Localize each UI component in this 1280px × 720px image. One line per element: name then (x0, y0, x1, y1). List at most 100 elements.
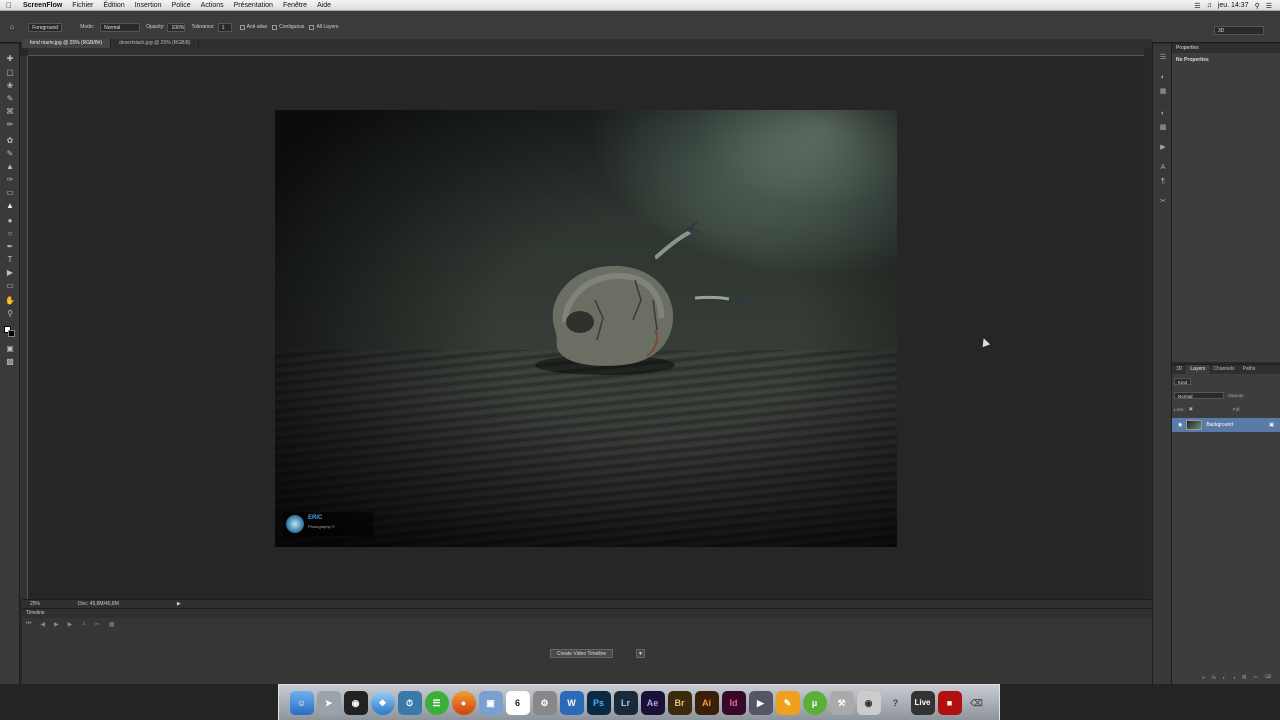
paragraph-icon[interactable]: ¶ (1158, 178, 1168, 186)
adjustments-icon[interactable]: ◐ (1158, 110, 1168, 118)
shape-tool-icon[interactable]: ▭ (4, 281, 16, 291)
tab-channels[interactable]: Channels (1209, 365, 1238, 374)
aftereffects-icon[interactable]: Ae (640, 690, 665, 715)
tab-paths[interactable]: Paths (1239, 365, 1260, 374)
bridge-icon[interactable]: Br (667, 690, 692, 715)
healing-tool-icon[interactable]: ✿ (4, 136, 16, 146)
workspace-dropdown[interactable]: 3D (1214, 26, 1264, 35)
layer-filter-kind[interactable]: Kind (1174, 377, 1192, 385)
layer-row-background[interactable]: ◉ Background ▣ (1172, 418, 1280, 432)
calendar-icon[interactable]: 6 (505, 690, 530, 715)
spotlight-icon[interactable]: ⚲ (1255, 2, 1260, 10)
opacity-input[interactable]: 100% (167, 22, 186, 32)
dodge-tool-icon[interactable]: ○ (4, 229, 16, 239)
brush-tool-icon[interactable]: ✎ (4, 149, 16, 159)
word-icon[interactable]: W (559, 690, 584, 715)
menu-edition[interactable]: Édition (98, 0, 129, 11)
split-icon[interactable]: ✂ (95, 621, 100, 633)
tab-3d[interactable]: 3D (1172, 365, 1186, 374)
lasso-tool-icon[interactable]: ❀ (4, 81, 16, 91)
preview-icon[interactable]: ▣ (478, 690, 503, 715)
menu-actions[interactable]: Actions (196, 0, 229, 11)
zoom-level[interactable]: 25% (30, 601, 40, 607)
blur-tool-icon[interactable]: ● (4, 216, 16, 226)
character-icon[interactable]: A (1158, 164, 1168, 172)
trash-icon[interactable]: ⌫ (965, 691, 989, 715)
home-icon[interactable]: ⌂ (10, 24, 14, 31)
clock[interactable]: jeu. 14:37 (1218, 2, 1249, 9)
screenflow-icon[interactable]: ◉ (343, 690, 368, 715)
properties-header[interactable]: Properties (1172, 44, 1280, 53)
quick-select-tool-icon[interactable]: ✎ (4, 94, 16, 104)
anti-alias-checkbox[interactable] (239, 24, 245, 30)
illustrator-icon[interactable]: Ai (694, 690, 719, 715)
history-brush-tool-icon[interactable]: ✑ (4, 175, 16, 185)
layer-style-icon[interactable]: fx (1212, 675, 1216, 680)
pencil-icon[interactable]: ✎ (775, 690, 800, 715)
list-icon[interactable]: ☰ (1266, 2, 1272, 10)
contiguous-checkbox[interactable] (272, 24, 278, 30)
blend-mode-dropdown[interactable]: Normal (1174, 391, 1224, 399)
adjustment-layer-icon[interactable]: ◑ (1232, 675, 1235, 680)
tab-fond-marin[interactable]: fond marin.jpg @ 25% (RGB/8#) (22, 39, 112, 48)
eyedropper-tool-icon[interactable]: ✏ (4, 120, 16, 130)
safari-icon[interactable]: ❖ (370, 690, 395, 715)
preset-dropdown[interactable]: Foreground (28, 22, 63, 32)
photoshop-icon[interactable]: Ps (586, 690, 611, 715)
crop-tool-icon[interactable]: ⌘ (4, 107, 16, 117)
all-layers-checkbox[interactable] (309, 24, 315, 30)
menu-aide[interactable]: Aide (312, 0, 336, 11)
pen-tool-icon[interactable]: ✒ (4, 242, 16, 252)
screen-mode-icon[interactable]: ▩ (4, 357, 16, 367)
tools-icon[interactable]: ⚒ (829, 690, 854, 715)
tolerance-input[interactable]: 1 (217, 22, 232, 32)
link-layers-icon[interactable]: ∞ (1202, 675, 1205, 680)
status-menu-arrow-icon[interactable]: ▶ (177, 601, 181, 607)
new-group-icon[interactable]: ▤ (1242, 674, 1246, 680)
menu-fichier[interactable]: Fichier (67, 0, 98, 11)
type-tool-icon[interactable]: T (4, 255, 16, 265)
go-first-icon[interactable]: ⏮ (26, 621, 31, 633)
hand-tool-icon[interactable]: ✋ (4, 296, 16, 306)
swatches-icon[interactable]: ▦ (1158, 88, 1168, 96)
add-mask-icon[interactable]: ◐ (1223, 675, 1226, 680)
new-layer-icon[interactable]: ▭ (1253, 674, 1257, 680)
wifi-icon[interactable]: ☰ (1194, 2, 1200, 10)
tab-layers[interactable]: Layers (1186, 365, 1210, 374)
move-tool-icon[interactable]: ✚ (4, 54, 16, 64)
color-swatches-icon[interactable] (4, 326, 16, 337)
delete-layer-icon[interactable]: ⌫ (1265, 674, 1271, 680)
transition-icon[interactable]: ▦ (109, 621, 115, 633)
lock-icon[interactable]: ▣ (1189, 406, 1193, 412)
audio-icon[interactable]: ♫ (81, 621, 86, 633)
prev-frame-icon[interactable]: ◀ (40, 621, 45, 633)
menu-insertion[interactable]: Insertion (130, 0, 167, 11)
lightroom-icon[interactable]: Lr (613, 690, 638, 715)
disk-icon[interactable]: ◉ (856, 690, 881, 715)
help-icon[interactable]: ? (884, 691, 908, 715)
document-canvas[interactable]: ERIC Photography © (275, 110, 897, 547)
path-select-tool-icon[interactable]: ▶ (4, 268, 16, 278)
horizontal-ruler[interactable] (28, 48, 1144, 56)
visibility-eye-icon[interactable]: ◉ (1178, 422, 1182, 428)
create-video-timeline-button[interactable]: Create Video Timeline (550, 649, 614, 658)
mode-dropdown[interactable]: Normal (100, 22, 141, 32)
menu-app-name[interactable]: ScreenFlow (18, 2, 67, 9)
spotify-icon[interactable]: ☰ (424, 690, 449, 715)
vertical-ruler[interactable] (20, 56, 28, 600)
utorrent-icon[interactable]: μ (802, 690, 827, 715)
volume-icon[interactable]: ♫ (1207, 2, 1212, 9)
layer-name[interactable]: Background (1206, 422, 1233, 428)
settings-icon[interactable]: ⚙ (532, 690, 557, 715)
marquee-tool-icon[interactable]: ▢ (4, 68, 16, 78)
styles-icon[interactable]: ▩ (1158, 124, 1168, 132)
tab-desertstack[interactable]: desertstack.jpg @ 25% (RGB/8) (111, 39, 200, 48)
history-icon[interactable]: ☰ (1158, 54, 1168, 62)
tool-presets-icon[interactable]: ✂ (1158, 198, 1168, 206)
live-icon[interactable]: Live (910, 690, 935, 715)
quick-mask-icon[interactable]: ▣ (4, 344, 16, 354)
dashboard-icon[interactable]: ⏱ (397, 690, 422, 715)
eraser-tool-icon[interactable]: ▭ (4, 188, 16, 198)
indesign-icon[interactable]: Id (721, 690, 746, 715)
play-icon[interactable]: ▶ (54, 621, 59, 633)
